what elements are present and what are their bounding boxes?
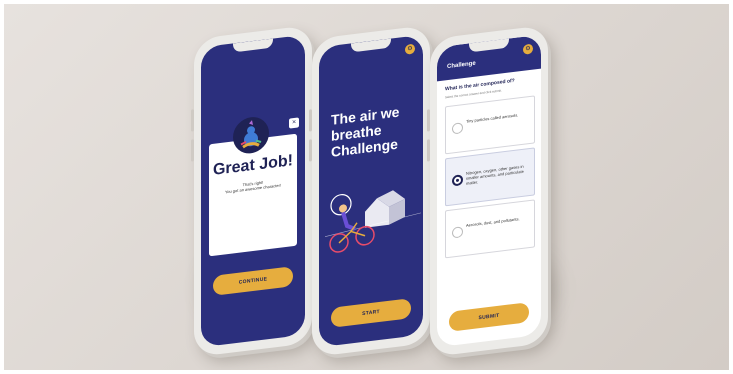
radio-button-selected[interactable]: [452, 174, 463, 187]
option-text: Tiny particles called aerosols.: [466, 112, 519, 124]
side-button: [309, 109, 312, 132]
screen: Challenge ⚙ What is the air composed of?…: [437, 34, 541, 348]
result-title: Great Job!: [212, 152, 293, 179]
start-button[interactable]: START: [331, 298, 411, 328]
cyclist-illustration: [325, 190, 421, 253]
radio-button[interactable]: [452, 226, 463, 239]
radio-button[interactable]: [452, 122, 463, 135]
intro-headline: The air we breathe Challenge: [331, 101, 421, 161]
answer-option[interactable]: Tiny particles called aerosols.: [445, 95, 535, 155]
phone-great-job: × Great Job! That's right! You got an aw…: [191, 24, 312, 358]
phone-question: Challenge ⚙ What is the air composed of?…: [427, 24, 548, 358]
side-button: [309, 139, 312, 162]
phone-intro: ⚙ The air we breathe Challenge START: [309, 24, 430, 358]
side-button: [191, 109, 194, 132]
answer-option[interactable]: Aerosols, dust, and pollutants.: [445, 199, 535, 259]
screen: × Great Job! That's right! You got an aw…: [201, 34, 305, 348]
close-button[interactable]: ×: [289, 117, 299, 129]
continue-button[interactable]: CONTINUE: [213, 266, 293, 296]
option-text: Aerosols, dust, and pollutants.: [466, 216, 520, 228]
notch: [351, 38, 391, 53]
notch: [233, 38, 273, 53]
settings-icon[interactable]: ⚙: [405, 43, 415, 55]
option-text: Nitrogen, oxygen, other gases in smaller…: [466, 163, 524, 187]
side-button: [191, 139, 194, 162]
answer-option-selected[interactable]: Nitrogen, oxygen, other gases in smaller…: [445, 147, 535, 207]
side-button: [427, 109, 430, 132]
screen: ⚙ The air we breathe Challenge START: [319, 34, 423, 348]
header-title: Challenge: [447, 60, 476, 71]
mockup-scene: × Great Job! That's right! You got an aw…: [4, 4, 729, 370]
submit-button[interactable]: SUBMIT: [449, 302, 529, 332]
side-button: [427, 139, 430, 162]
